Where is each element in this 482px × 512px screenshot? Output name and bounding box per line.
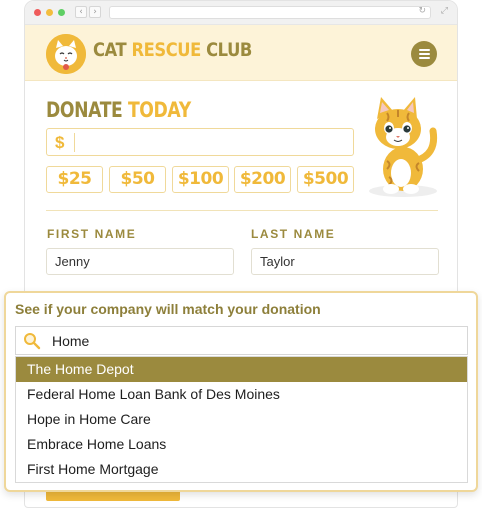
section-divider [46, 210, 438, 211]
first-name-label: FIRST NAME [47, 227, 137, 241]
donate-title: DONATE TODAY [46, 98, 191, 122]
last-name-label: LAST NAME [251, 227, 336, 241]
menu-icon[interactable] [411, 41, 437, 67]
address-bar[interactable]: ↻ [109, 6, 431, 19]
company-result-item[interactable]: First Home Mortgage [16, 457, 467, 482]
preset-amount-button[interactable]: $200 [234, 166, 291, 193]
company-result-item[interactable]: Embrace Home Loans [16, 432, 467, 457]
company-search-input[interactable] [52, 331, 452, 351]
brand-name-part1: CAT [93, 39, 132, 61]
company-results-list: The Home Depot Federal Home Loan Bank of… [15, 356, 468, 483]
site-header: CAT RESCUE CLUB [25, 25, 457, 81]
minimize-window-dot[interactable] [46, 9, 53, 16]
currency-separator [74, 133, 75, 152]
forward-icon[interactable]: › [89, 6, 101, 18]
reload-icon[interactable]: ↻ [418, 6, 426, 16]
brand-name-part2: RESCUE [131, 39, 201, 61]
preset-amount-button[interactable]: $50 [109, 166, 166, 193]
company-match-widget: See if your company will match your dona… [4, 291, 478, 492]
last-name-field[interactable]: Taylor [251, 248, 439, 275]
first-name-field[interactable]: Jenny [46, 248, 234, 275]
preset-amount-button[interactable]: $500 [297, 166, 354, 193]
close-window-dot[interactable] [34, 9, 41, 16]
donate-title-part1: DONATE [46, 98, 128, 122]
company-result-item[interactable]: The Home Depot [16, 357, 467, 382]
match-title: See if your company will match your dona… [15, 301, 321, 317]
donate-title-part2: TODAY [127, 98, 191, 122]
preset-amount-button[interactable]: $25 [46, 166, 103, 193]
company-result-item[interactable]: Hope in Home Care [16, 407, 467, 432]
brand-name[interactable]: CAT RESCUE CLUB [93, 39, 252, 61]
cat-face-icon[interactable] [46, 34, 86, 74]
currency-symbol: $ [55, 133, 65, 152]
kitten-illustration [355, 91, 445, 201]
back-icon[interactable]: ‹ [75, 6, 87, 18]
company-search-box[interactable] [15, 326, 468, 355]
brand-name-part3: CLUB [200, 39, 252, 61]
preset-amount-button[interactable]: $100 [172, 166, 229, 193]
expand-icon[interactable]: ⤢ [441, 6, 448, 16]
browser-toolbar: ‹ › ↻ ⤢ [25, 1, 457, 25]
company-result-item[interactable]: Federal Home Loan Bank of Des Moines [16, 382, 467, 407]
maximize-window-dot[interactable] [58, 9, 65, 16]
donation-amount-input[interactable]: $ [46, 128, 354, 156]
search-icon [23, 332, 41, 350]
